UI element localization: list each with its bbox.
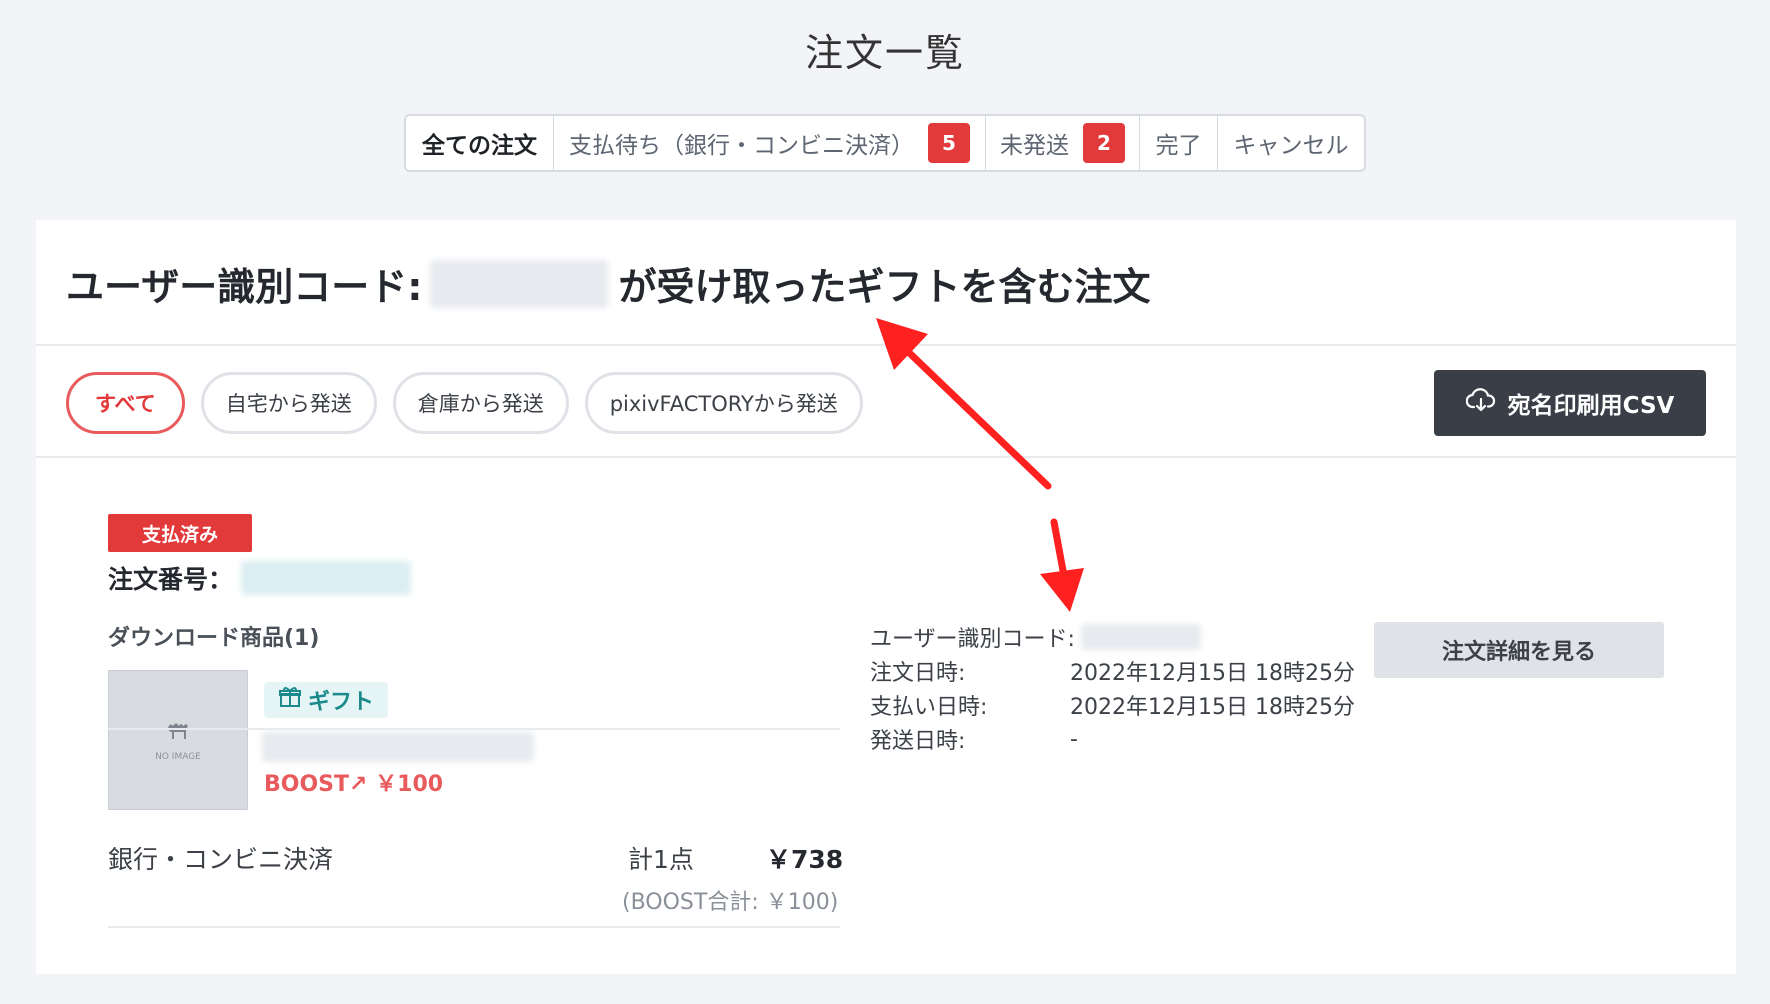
page-title: 注文一覧	[804, 31, 965, 75]
tab-awaiting-payment[interactable]: 支払待ち（銀行・コンビニ決済） 5	[554, 116, 986, 170]
redacted-user-code	[1080, 624, 1201, 650]
total-count: 計1点	[628, 845, 694, 874]
camel-icon	[164, 718, 192, 746]
user-code-label: ユーザー識別コード:	[870, 627, 1075, 652]
tab-label: 未発送	[1000, 133, 1069, 159]
count-badge: 5	[928, 123, 970, 163]
tab-cancelled[interactable]: キャンセル	[1218, 116, 1364, 170]
paid-date-row: 支払い日時: 2022年12月15日 18時25分	[870, 688, 1355, 722]
total-price: ￥738	[766, 845, 844, 874]
ship-date-label: 発送日時:	[870, 729, 966, 754]
tab-label: 全ての注文	[422, 133, 537, 159]
divider	[108, 926, 840, 928]
tab-label: 完了	[1155, 133, 1202, 159]
filter-pixivfactory-shipping[interactable]: pixivFACTORYから発送	[584, 372, 863, 434]
divider	[108, 728, 840, 730]
cloud-download-icon	[1465, 388, 1496, 418]
csv-button-label: 宛名印刷用CSV	[1507, 393, 1675, 419]
paid-date-label: 支払い日時:	[870, 695, 988, 720]
boost-total: (BOOST合計: ￥100)	[622, 890, 839, 915]
filter-warehouse-shipping[interactable]: 倉庫から発送	[392, 372, 569, 434]
order-date-row: 注文日時: 2022年12月15日 18時25分	[870, 654, 1355, 688]
order-number: 注文番号：	[108, 560, 412, 596]
paid-date-value: 2022年12月15日 18時25分	[1070, 695, 1355, 720]
count-badge: 2	[1083, 123, 1125, 163]
tab-completed[interactable]: 完了	[1140, 116, 1218, 170]
tab-not-shipped[interactable]: 未発送 2	[986, 116, 1140, 170]
card-heading: ユーザー識別コード: が受け取ったギフトを含む注文	[66, 256, 1150, 311]
heading-suffix: が受け取ったギフトを含む注文	[618, 265, 1151, 309]
redacted-user-code	[430, 259, 609, 308]
download-products-label: ダウンロード商品(1)	[108, 626, 320, 651]
order-status-tabs: 全ての注文 支払待ち（銀行・コンビニ決済） 5 未発送 2 完了 キャンセル	[404, 114, 1366, 172]
user-code-row: ユーザー識別コード:	[870, 620, 1355, 654]
gift-tag: ギフト	[264, 682, 389, 718]
orders-card: ユーザー識別コード: が受け取ったギフトを含む注文 すべて 自宅から発送 倉庫か…	[36, 220, 1736, 974]
order-date-value: 2022年12月15日 18時25分	[1070, 661, 1355, 686]
redacted-order-number	[241, 561, 412, 595]
order-info: ユーザー識別コード: 注文日時: 2022年12月15日 18時25分 支払い日…	[870, 620, 1355, 756]
boost-price: BOOST↗ ￥100	[264, 766, 443, 798]
heading-prefix: ユーザー識別コード:	[66, 265, 423, 309]
ship-date-value: -	[1070, 726, 1078, 752]
filter-home-shipping[interactable]: 自宅から発送	[200, 372, 377, 434]
tab-all-orders[interactable]: 全ての注文	[406, 116, 554, 170]
gift-icon	[278, 685, 302, 715]
boost-label: BOOST↗	[264, 772, 368, 797]
orders-page: 注文一覧 全ての注文 支払待ち（銀行・コンビニ決済） 5 未発送 2 完了 キャ…	[0, 0, 1770, 1004]
gift-label: ギフト	[308, 690, 375, 715]
divider	[36, 456, 1736, 458]
shipping-filters: すべて 自宅から発送 倉庫から発送 pixivFACTORYから発送	[66, 372, 863, 434]
payment-status-badge: 支払済み	[108, 514, 252, 552]
no-image-text: NO IMAGE	[155, 752, 201, 762]
divider	[36, 344, 1736, 346]
redacted-product-name	[262, 732, 534, 762]
order-detail-button[interactable]: 注文詳細を見る	[1374, 622, 1664, 678]
payment-method: 銀行・コンビニ決済	[108, 845, 334, 874]
filter-all[interactable]: すべて	[66, 372, 185, 434]
boost-amount: ￥100	[375, 772, 444, 797]
order-number-label: 注文番号：	[108, 565, 234, 594]
tab-label: 支払待ち（銀行・コンビニ決済）	[569, 133, 914, 159]
order-date-label: 注文日時:	[870, 661, 966, 686]
ship-date-row: 発送日時: -	[870, 722, 1355, 756]
product-thumbnail[interactable]: NO IMAGE	[108, 670, 248, 810]
address-csv-button[interactable]: 宛名印刷用CSV	[1434, 370, 1706, 436]
tab-label: キャンセル	[1233, 133, 1349, 159]
